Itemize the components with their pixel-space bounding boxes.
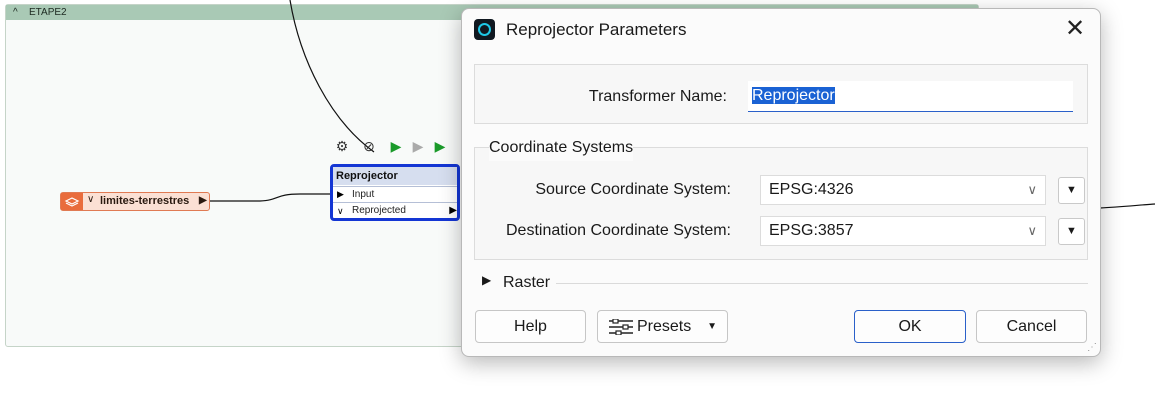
run-to-this-icon[interactable]: ▶ xyxy=(387,137,405,155)
transformer-name-label: Transformer Name: xyxy=(588,88,727,105)
transformer-name-input[interactable]: Reprojector xyxy=(748,81,1073,112)
node-toolbar: ⚙ ⊘ ▶ ▶ ▶ xyxy=(333,137,453,157)
run-to-here-icon[interactable]: ▶ xyxy=(431,137,449,155)
output-port-icon[interactable]: ▶ xyxy=(199,195,207,206)
raster-section-toggle[interactable]: Raster xyxy=(503,274,550,292)
dialog-title: Reprojector Parameters xyxy=(506,20,687,39)
source-cs-menu-button[interactable]: ▼ xyxy=(1058,177,1085,204)
feature-type-name: limites-terrestres xyxy=(100,195,190,207)
presets-label: Presets xyxy=(637,318,692,335)
transformer-name-group: Transformer Name: Reprojector xyxy=(474,64,1088,124)
coordinate-systems-group: Source Coordinate System: EPSG:4326 ∨ ▼ … xyxy=(474,147,1088,260)
reprojector-parameters-dialog: Reprojector Parameters ✕ Transformer Nam… xyxy=(461,8,1101,357)
close-button[interactable]: ✕ xyxy=(1061,15,1089,43)
output-port-label: Reprojected xyxy=(352,205,406,216)
triangle-down-icon: ▼ xyxy=(1066,225,1077,237)
layers-icon xyxy=(61,193,83,210)
coordinate-systems-title: Coordinate Systems xyxy=(489,139,634,161)
chevron-down-icon[interactable]: ∨ xyxy=(337,203,344,219)
chevron-down-icon[interactable]: ∨ xyxy=(1027,217,1037,245)
run-from-this-icon[interactable]: ▶ xyxy=(409,137,427,155)
transformer-name-value: Reprojector xyxy=(752,87,835,104)
sliders-icon xyxy=(609,319,633,335)
source-cs-value: EPSG:4326 xyxy=(769,181,854,198)
source-cs-label: Source Coordinate System: xyxy=(535,181,731,198)
disable-icon[interactable]: ⊘ xyxy=(360,137,378,155)
input-port[interactable]: ▶ Input xyxy=(333,186,457,202)
resize-grip-icon[interactable]: ⋰ xyxy=(1087,342,1097,353)
output-arrow-icon[interactable]: ▶ xyxy=(449,203,457,219)
input-port-label: Input xyxy=(352,189,375,200)
chevron-down-icon[interactable]: ∨ xyxy=(1027,176,1037,204)
reprojector-node[interactable]: Reprojector ▶ Input ∨ Reprojected ▶ xyxy=(330,164,460,221)
presets-button[interactable]: Presets ▼ xyxy=(597,310,728,343)
triangle-down-icon: ▼ xyxy=(1066,184,1077,196)
triangle-down-icon: ▼ xyxy=(707,321,717,332)
fme-app-icon xyxy=(474,19,495,40)
cancel-button[interactable]: Cancel xyxy=(976,310,1087,343)
expand-arrow-icon[interactable]: ▶ xyxy=(482,273,491,287)
node-title: Reprojector xyxy=(333,167,457,185)
dialog-titlebar[interactable]: Reprojector Parameters ✕ xyxy=(462,9,1100,51)
close-icon: ✕ xyxy=(1064,15,1086,42)
output-port[interactable]: ∨ Reprojected ▶ xyxy=(333,202,457,219)
help-button[interactable]: Help xyxy=(475,310,586,343)
ok-button[interactable]: OK xyxy=(854,310,966,343)
destination-cs-select[interactable]: EPSG:3857 ∨ xyxy=(760,216,1046,246)
destination-cs-value: EPSG:3857 xyxy=(769,222,854,239)
destination-cs-menu-button[interactable]: ▼ xyxy=(1058,218,1085,245)
source-cs-select[interactable]: EPSG:4326 ∨ xyxy=(760,175,1046,205)
gear-icon[interactable]: ⚙ xyxy=(333,137,351,155)
feature-type-node[interactable]: ∨ limites-terrestres ▶ xyxy=(60,192,210,211)
chevron-down-icon[interactable]: ∨ xyxy=(87,194,94,205)
raster-divider xyxy=(556,283,1088,284)
input-arrow-icon: ▶ xyxy=(337,189,344,199)
destination-cs-label: Destination Coordinate System: xyxy=(506,222,731,239)
